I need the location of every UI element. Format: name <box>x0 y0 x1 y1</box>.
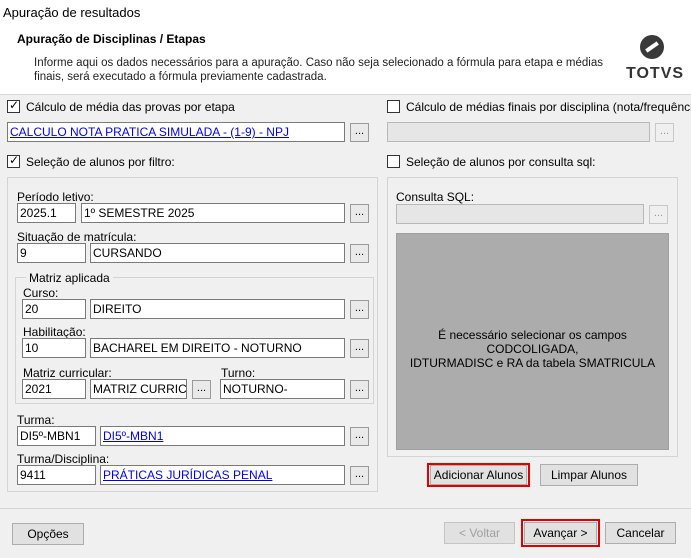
habilitacao-code-field[interactable]: 10 <box>22 338 86 358</box>
header-description: Informe aqui os dados necessários para a… <box>34 57 603 83</box>
periodo-code-field[interactable]: 2025.1 <box>17 203 76 223</box>
situacao-code-field[interactable]: 9 <box>17 243 86 263</box>
calc-media-label[interactable]: Cálculo de média das provas por etapa <box>26 100 235 114</box>
turma-disciplina-link[interactable]: PRÁTICAS JURÍDICAS PENAL <box>103 468 272 482</box>
calc-media-checkbox[interactable] <box>7 98 20 113</box>
periodo-lookup-button[interactable]: ... <box>350 204 369 223</box>
turno-label: Turno: <box>221 366 256 380</box>
formula-finais-lookup-button: ... <box>655 123 674 142</box>
voltar-button: < Voltar <box>444 522 515 544</box>
adicionar-alunos-button[interactable]: Adicionar Alunos <box>430 465 527 485</box>
habilitacao-label: Habilitação: <box>23 325 86 339</box>
formula-field[interactable]: CALCULO NOTA PRATICA SIMULADA - (1-9) - … <box>7 122 345 142</box>
turma-lookup-button[interactable]: ... <box>350 427 369 446</box>
curso-label: Curso: <box>23 286 59 300</box>
turma-link[interactable]: DI5º-MBN1 <box>103 429 163 443</box>
periodo-label: Período letivo: <box>17 190 94 204</box>
window-title: Apuração de resultados <box>3 5 141 20</box>
situacao-desc-field[interactable]: CURSANDO <box>90 243 345 263</box>
turno-field[interactable]: NOTURNO- <box>220 379 345 399</box>
selecao-filtro-label[interactable]: Seleção de alunos por filtro: <box>26 155 175 169</box>
turma-desc-field[interactable]: DI5º-MBN1 <box>100 426 345 446</box>
selecao-filtro-checkbox[interactable] <box>7 153 20 168</box>
turno-lookup-button[interactable]: ... <box>350 380 369 399</box>
avancar-button[interactable]: Avançar > <box>524 522 597 544</box>
totvs-logo-text: TOTVS <box>626 65 685 82</box>
cancelar-button[interactable]: Cancelar <box>605 522 676 544</box>
selecao-sql-label[interactable]: Seleção de alunos por consulta sql: <box>406 155 595 169</box>
turma-code-field[interactable]: DI5º-MBN1 <box>17 426 96 446</box>
grid-message-line2: IDTURMADISC e RA da tabela SMATRICULA <box>409 356 656 370</box>
consulta-sql-lookup-button: ... <box>649 205 668 224</box>
turma-label: Turma: <box>17 413 55 427</box>
totvs-logo: TOTVS <box>626 35 685 85</box>
turma-disciplina-code-field[interactable]: 9411 <box>17 465 96 485</box>
matriz-aplicada-label: Matriz aplicada <box>26 271 113 285</box>
habilitacao-desc-field[interactable]: BACHAREL EM DIREITO - NOTURNO <box>90 338 345 358</box>
turma-disciplina-label: Turma/Disciplina: <box>17 452 110 466</box>
matriz-curricular-label: Matriz curricular: <box>23 366 112 380</box>
grid-empty-message: É necessário selecionar os campos CODCOL… <box>397 328 668 370</box>
selecao-sql-checkbox[interactable] <box>387 155 400 168</box>
grid-message-line1: É necessário selecionar os campos CODCOL… <box>438 328 627 356</box>
alunos-grid[interactable]: É necessário selecionar os campos CODCOL… <box>396 233 669 450</box>
habilitacao-lookup-button[interactable]: ... <box>350 339 369 358</box>
matriz-lookup-button[interactable]: ... <box>192 380 211 399</box>
turma-disciplina-desc-field[interactable]: PRÁTICAS JURÍDICAS PENAL <box>100 465 345 485</box>
totvs-logo-icon <box>640 35 664 59</box>
turma-disciplina-lookup-button[interactable]: ... <box>350 466 369 485</box>
curso-code-field[interactable]: 20 <box>22 299 86 319</box>
formula-lookup-button[interactable]: ... <box>350 123 369 142</box>
consulta-sql-label: Consulta SQL: <box>396 190 475 204</box>
formula-link[interactable]: CALCULO NOTA PRATICA SIMULADA - (1-9) - … <box>10 125 289 139</box>
formula-finais-field <box>387 122 650 142</box>
header-title: Apuração de Disciplinas / Etapas <box>17 32 206 46</box>
situacao-lookup-button[interactable]: ... <box>350 244 369 263</box>
consulta-sql-field <box>396 204 644 224</box>
calc-finais-label[interactable]: Cálculo de médias finais por disciplina … <box>406 100 691 114</box>
situacao-label: Situação de matrícula: <box>17 230 137 244</box>
wizard-header: Apuração de Disciplinas / Etapas Informe… <box>0 27 691 95</box>
matriz-desc-field[interactable]: MATRIZ CURRICUL <box>90 379 187 399</box>
opcoes-button[interactable]: Opções <box>12 523 84 545</box>
periodo-desc-field[interactable]: 1º SEMESTRE 2025 <box>81 203 345 223</box>
calc-finais-checkbox[interactable] <box>387 100 400 113</box>
footer-divider <box>0 508 691 509</box>
title-bar: Apuração de resultados <box>0 0 691 27</box>
matriz-code-field[interactable]: 2021 <box>22 379 86 399</box>
curso-desc-field[interactable]: DIREITO <box>90 299 345 319</box>
curso-lookup-button[interactable]: ... <box>350 300 369 319</box>
limpar-alunos-button[interactable]: Limpar Alunos <box>540 464 638 486</box>
